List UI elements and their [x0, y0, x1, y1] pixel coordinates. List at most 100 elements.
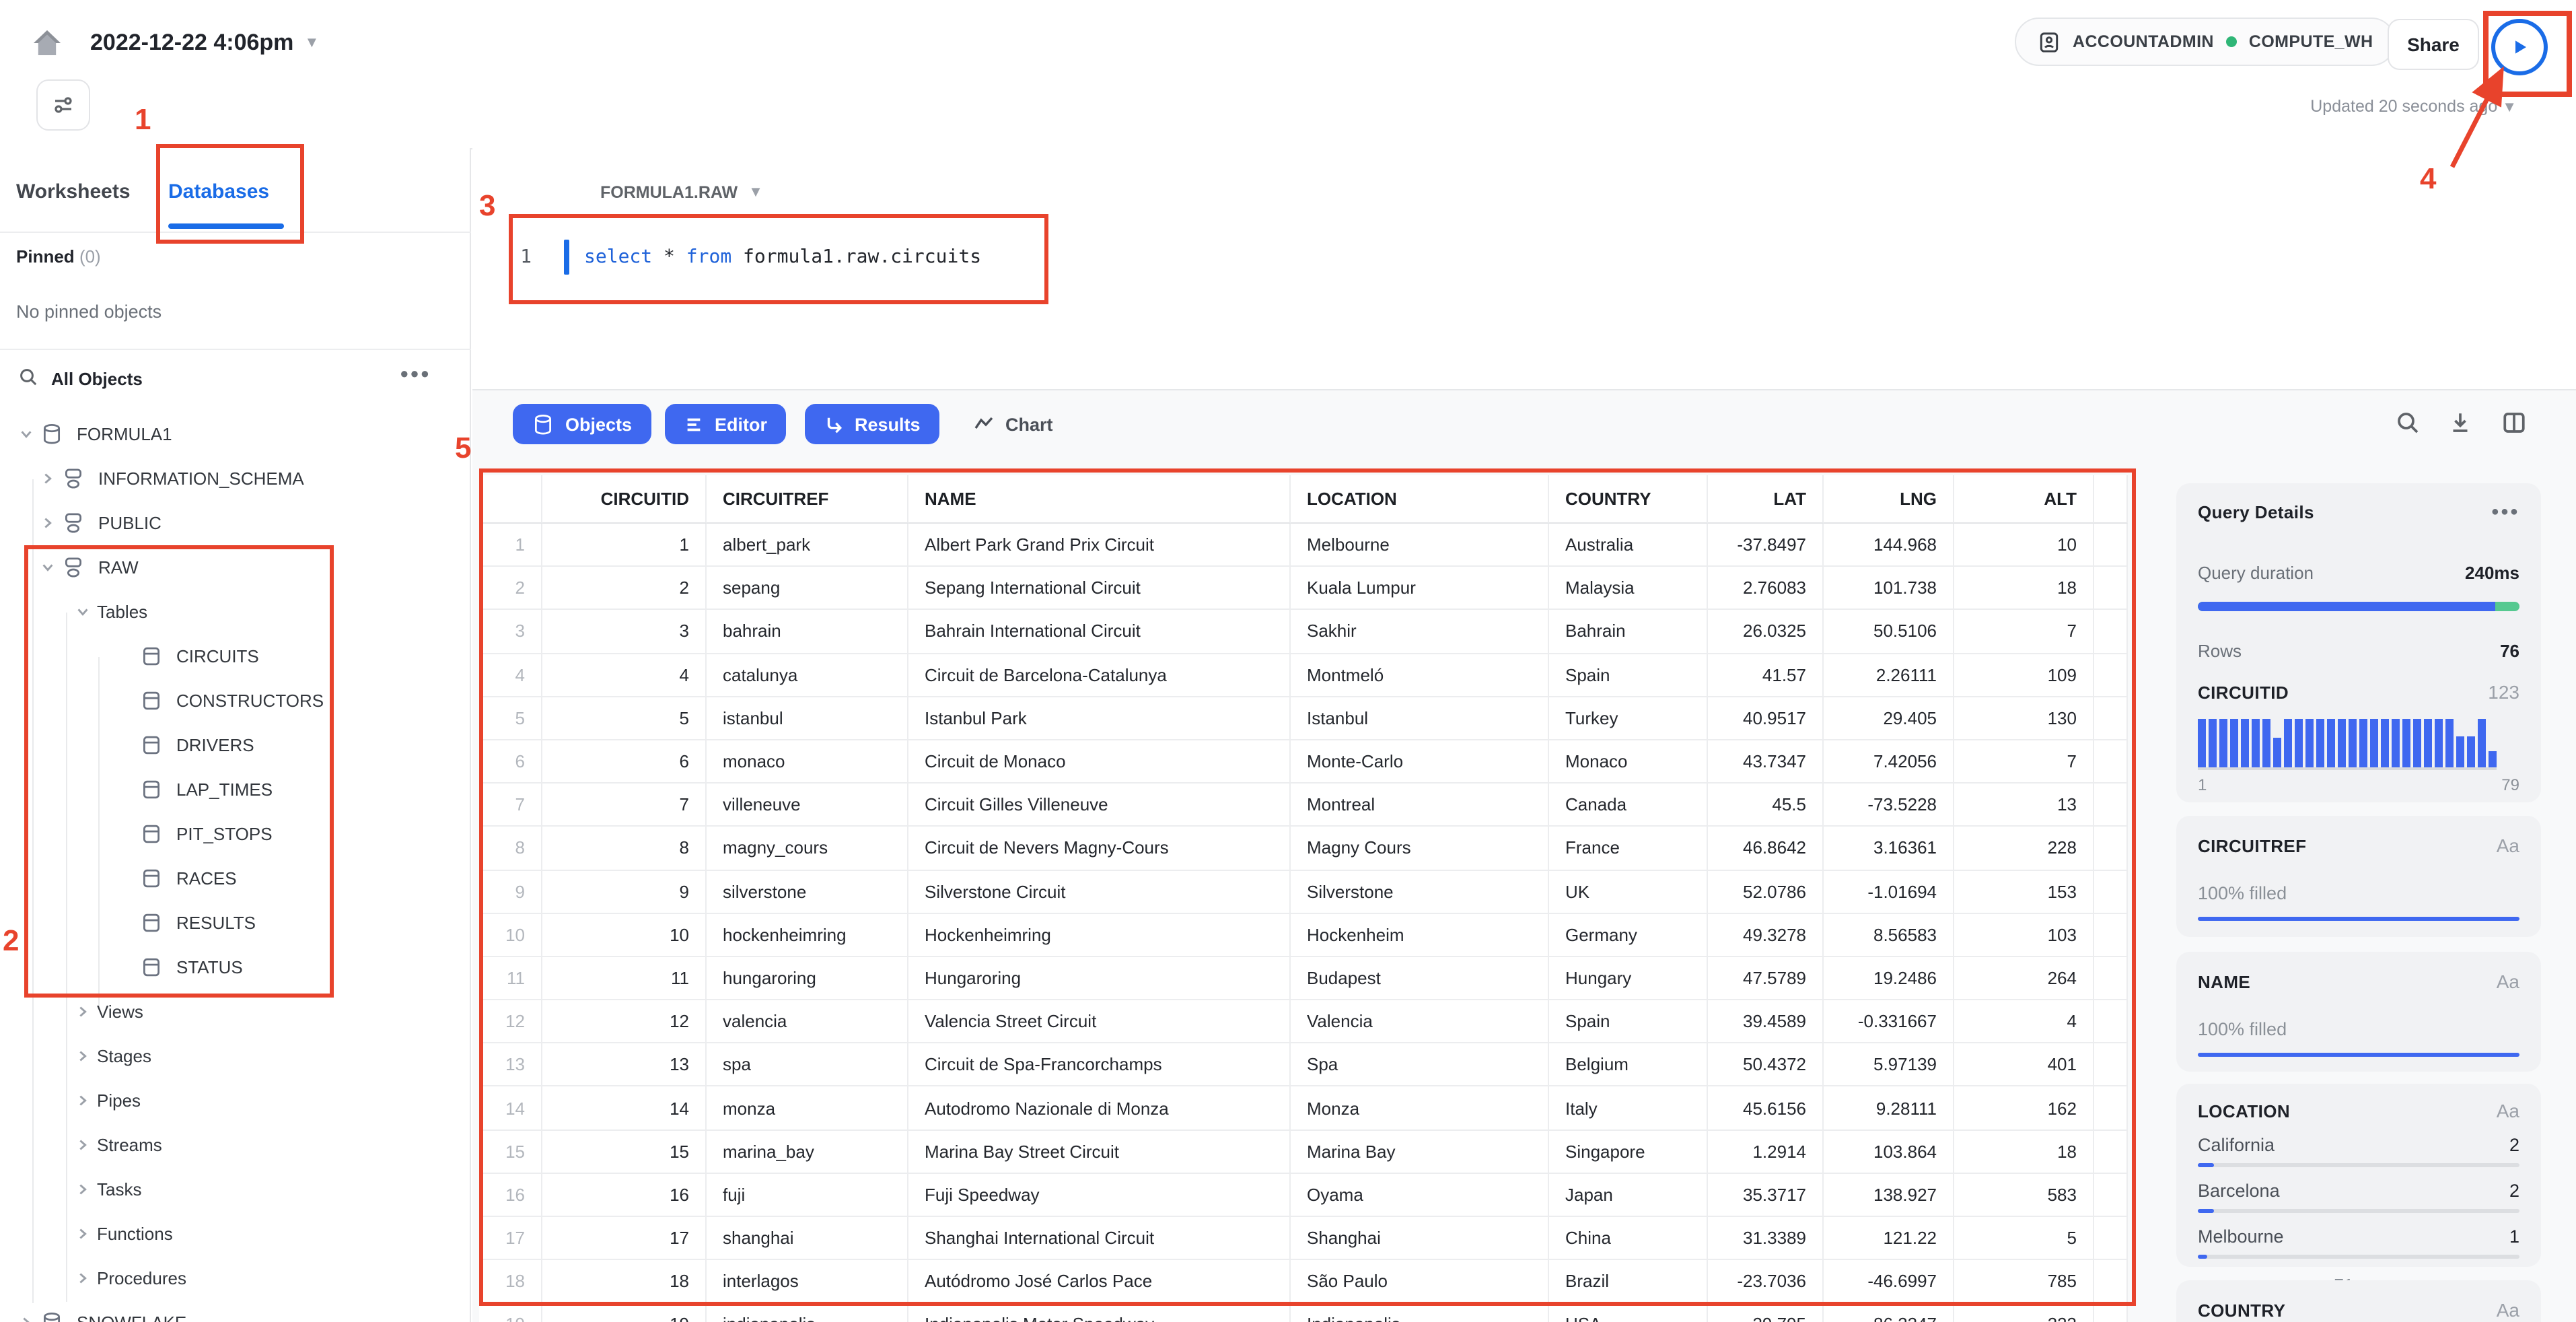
table-row[interactable]: 16 16 fuji Fuji Speedway Oyama Japan 35.3717 13… [479, 1173, 2128, 1217]
country-insight-card[interactable]: COUNTRY Aa [2176, 1280, 2541, 1322]
table-row[interactable]: 11 11 hungaroring Hungaroring Budapest Hungar… [479, 956, 2128, 1001]
name-insight-card[interactable]: NAME Aa 100% filled [2176, 952, 2541, 1072]
table-row[interactable]: 14 14 monza Autodromo Nazionale di Monza Mon… [479, 1086, 2128, 1131]
sidebar-item-pipes[interactable]: Pipes [0, 1078, 471, 1123]
table-row[interactable]: 1919indianapolisIndianapolis Motor Speed… [479, 1303, 2128, 1322]
table-cell: Monte-Carlo [1291, 740, 1549, 784]
sidebar-item-races[interactable]: RACES [0, 856, 471, 901]
chevron-right-icon[interactable] [75, 1271, 97, 1286]
table-row[interactable]: 18 18 interlagos Autódromo José Carlos Pace… [479, 1260, 2128, 1304]
split-panel-icon[interactable] [2501, 409, 2528, 436]
sidebar-item-circuits[interactable]: CIRCUITS [0, 634, 471, 679]
sidebar-item-functions[interactable]: Functions [0, 1212, 471, 1256]
search-results-icon[interactable] [2394, 409, 2421, 436]
chevron-down-icon[interactable] [75, 604, 97, 619]
tree-item-label: Streams [97, 1135, 162, 1155]
table-row[interactable]: 6 6 monaco Circuit de Monaco Monte-Carlo Mona… [479, 740, 2128, 784]
column-header-name[interactable]: NAME [908, 475, 1291, 524]
column-header-country[interactable]: COUNTRY [1549, 475, 1708, 524]
chevron-right-icon[interactable] [19, 1315, 40, 1322]
more-options-icon[interactable]: ●●● [2491, 505, 2519, 520]
sidebar-item-drivers[interactable]: DRIVERS [0, 723, 471, 767]
table-cell: 9.28111 [1824, 1086, 1954, 1131]
chevron-right-icon[interactable] [75, 1004, 97, 1019]
editor-context-tab[interactable]: FORMULA1.RAW ▼ [600, 183, 763, 202]
sidebar-item-results[interactable]: RESULTS [0, 901, 471, 945]
updated-status[interactable]: Updated 20 seconds ago ▼ [2100, 97, 2517, 116]
table-cell: fuji [707, 1173, 908, 1217]
sidebar-item-lap_times[interactable]: LAP_TIMES [0, 767, 471, 812]
run-query-button[interactable] [2491, 19, 2548, 75]
sidebar-item-stages[interactable]: Stages [0, 1034, 471, 1078]
chevron-right-icon[interactable] [75, 1226, 97, 1241]
return-arrow-icon [824, 414, 844, 434]
histogram-bar [2316, 719, 2325, 767]
table-row[interactable]: 5 5 istanbul Istanbul Park Istanbul Turkey 40.… [479, 697, 2128, 740]
value-count: 2 [2509, 1135, 2519, 1155]
sidebar-item-tables[interactable]: Tables [0, 590, 471, 634]
sidebar-item-pit_stops[interactable]: PIT_STOPS [0, 812, 471, 856]
sidebar-item-status[interactable]: STATUS [0, 945, 471, 989]
table-row[interactable]: 8 8 magny_cours Circuit de Nevers Magny-Cou… [479, 827, 2128, 870]
chevron-down-icon[interactable] [40, 560, 62, 575]
sidebar-item-constructors[interactable]: CONSTRUCTORS [0, 679, 471, 723]
sidebar-item-views[interactable]: Views [0, 989, 471, 1034]
sidebar-item-streams[interactable]: Streams [0, 1123, 471, 1167]
tab-results[interactable]: Results [805, 404, 939, 444]
worksheet-settings-button[interactable] [36, 79, 90, 131]
chevron-right-icon[interactable] [40, 516, 62, 530]
table-row[interactable]: 15 15 marina_bay Marina Bay Street Circuit M… [479, 1130, 2128, 1174]
sql-line[interactable]: 1 select * from formula1.raw.circuits [513, 240, 981, 275]
table-row[interactable]: 10 10 hockenheimring Hockenheimring Hockenhe… [479, 913, 2128, 957]
sidebar-item-tasks[interactable]: Tasks [0, 1167, 471, 1212]
share-button[interactable]: Share [2388, 19, 2479, 70]
table-row[interactable]: 4 4 catalunya Circuit de Barcelona-Cataluny… [479, 654, 2128, 697]
chevron-down-icon[interactable] [19, 427, 40, 442]
sidebar-item-public[interactable]: PUBLIC [0, 501, 471, 545]
download-icon[interactable] [2447, 409, 2474, 436]
table-cell: marina_bay [707, 1130, 908, 1174]
table-cell [2094, 1086, 2128, 1131]
column-header-circuitid[interactable]: CIRCUITID [542, 475, 707, 524]
circuitref-insight-card[interactable]: CIRCUITREF Aa 100% filled [2176, 816, 2541, 937]
table-row[interactable]: 13 13 spa Circuit de Spa-Francorchamps Spa Be… [479, 1043, 2128, 1087]
sidebar-item-snowflake[interactable]: SNOWFLAKE [0, 1300, 471, 1322]
location-insight-card[interactable]: LOCATION Aa California 2 Barcelona 2 Melbour… [2176, 1084, 2541, 1295]
column-header-lng[interactable]: LNG [1824, 475, 1954, 524]
tab-chart[interactable]: Chart [973, 404, 1053, 444]
tab-objects[interactable]: Objects [513, 404, 651, 444]
tab-editor[interactable]: Editor [665, 404, 786, 444]
chevron-right-icon[interactable] [75, 1182, 97, 1197]
context-selector[interactable]: ACCOUNTADMIN COMPUTE_WH [2015, 18, 2396, 66]
table-row[interactable]: 1 1 albert_park Albert Park Grand Prix Circ… [479, 524, 2128, 567]
location-value-row: Barcelona 2 [2198, 1181, 2519, 1213]
column-header-location[interactable]: LOCATION [1291, 475, 1549, 524]
table-row[interactable]: 2 2 sepang Sepang International Circuit Kual… [479, 567, 2128, 611]
table-cell: 101.738 [1824, 567, 1954, 611]
chevron-right-icon[interactable] [75, 1049, 97, 1064]
tab-databases[interactable]: Databases [168, 180, 269, 203]
worksheet-title[interactable]: 2022-12-22 4:06pm ▼ [90, 30, 319, 57]
more-options-icon[interactable]: ●●● [400, 366, 431, 382]
column-header-circuitref[interactable]: CIRCUITREF [707, 475, 908, 524]
sidebar-item-information_schema[interactable]: INFORMATION_SCHEMA [0, 456, 471, 501]
table-row[interactable]: 7 7 villeneuve Circuit Gilles Villeneuve Mon… [479, 784, 2128, 827]
tab-worksheets[interactable]: Worksheets [16, 180, 131, 203]
table-row[interactable]: 12 12 valencia Valencia Street Circuit Valen… [479, 1000, 2128, 1044]
table-row[interactable]: 9 9 silverstone Silverstone Circuit Silverst… [479, 870, 2128, 914]
chevron-right-icon[interactable] [75, 1093, 97, 1108]
sidebar-item-raw[interactable]: RAW [0, 545, 471, 590]
object-search-row[interactable]: All Objects ●●● [0, 363, 471, 401]
table-row[interactable]: 17 17 shanghai Shanghai International Circu… [479, 1217, 2128, 1261]
column-header-alt[interactable]: ALT [1954, 475, 2094, 524]
circuitid-insight-card[interactable]: CIRCUITID 123 1 79 [2176, 665, 2541, 802]
chevron-right-icon[interactable] [40, 471, 62, 486]
table-row[interactable]: 3 3 bahrain Bahrain International Circuit Sa… [479, 610, 2128, 654]
column-header-lat[interactable]: LAT [1708, 475, 1824, 524]
histogram-bar [2219, 719, 2228, 767]
home-icon[interactable] [27, 24, 67, 65]
chevron-right-icon[interactable] [75, 1138, 97, 1152]
sidebar-item-formula1[interactable]: FORMULA1 [0, 412, 471, 456]
sidebar-item-procedures[interactable]: Procedures [0, 1256, 471, 1300]
chevron-down-icon: ▼ [748, 184, 763, 201]
